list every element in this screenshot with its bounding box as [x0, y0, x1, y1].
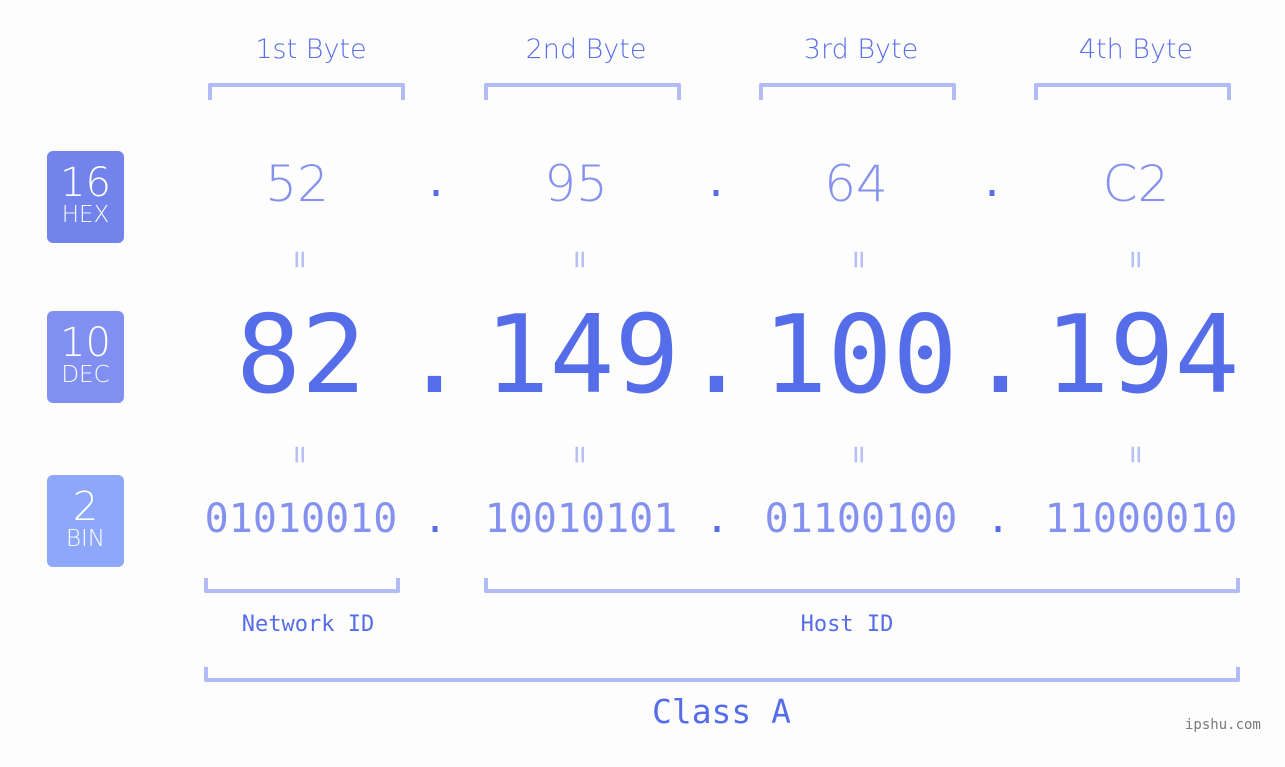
equals-icon: =: [562, 445, 598, 464]
bin-byte-1: 01010010: [204, 496, 398, 542]
hex-byte-4: C2: [1102, 155, 1170, 213]
equals-icon: =: [282, 250, 318, 269]
equals-icon: =: [282, 445, 318, 464]
dec-badge: 10 DEC: [47, 311, 124, 403]
byte-header-1: 1st Byte: [255, 34, 367, 65]
hex-byte-3: 64: [824, 155, 888, 213]
dec-badge-label: DEC: [61, 362, 110, 388]
hex-badge-label: HEX: [61, 202, 110, 228]
hex-separator-2: .: [703, 160, 729, 206]
watermark: ipshu.com: [1185, 717, 1261, 733]
byte-bracket-1: [208, 83, 405, 100]
bin-byte-3: 01100100: [764, 496, 958, 542]
host-id-label: Host ID: [800, 612, 894, 637]
byte-header-4: 4th Byte: [1078, 34, 1194, 65]
class-bracket: [204, 667, 1240, 682]
dec-byte-1: 82: [235, 293, 367, 418]
bin-badge: 2 BIN: [47, 475, 124, 567]
bin-badge-label: BIN: [65, 526, 106, 552]
dec-badge-number: 10: [60, 320, 111, 366]
hex-separator-1: .: [423, 160, 449, 206]
bin-badge-number: 2: [72, 484, 99, 530]
hex-badge-number: 16: [60, 160, 111, 206]
network-id-label: Network ID: [241, 612, 375, 637]
bin-separator-1: .: [422, 496, 448, 542]
equals-icon: =: [562, 250, 598, 269]
class-label: Class A: [651, 692, 792, 731]
host-id-bracket: [484, 578, 1240, 593]
dec-byte-3: 100: [762, 293, 958, 418]
byte-header-2: 2nd Byte: [525, 34, 647, 65]
byte-bracket-4: [1034, 83, 1231, 100]
byte-bracket-3: [759, 83, 956, 100]
bin-byte-4: 11000010: [1044, 496, 1238, 542]
hex-badge: 16 HEX: [47, 151, 124, 243]
dec-byte-2: 149: [484, 293, 680, 418]
network-id-bracket: [204, 578, 400, 593]
byte-header-3: 3rd Byte: [803, 34, 919, 65]
equals-icon: =: [841, 445, 877, 464]
hex-separator-3: .: [979, 160, 1005, 206]
hex-byte-2: 95: [544, 155, 608, 213]
equals-icon: =: [1118, 250, 1154, 269]
byte-bracket-2: [484, 83, 681, 100]
equals-icon: =: [841, 250, 877, 269]
hex-byte-1: 52: [265, 155, 329, 213]
equals-icon: =: [1118, 445, 1154, 464]
bin-byte-2: 10010101: [484, 496, 678, 542]
dec-byte-4: 194: [1044, 293, 1240, 418]
